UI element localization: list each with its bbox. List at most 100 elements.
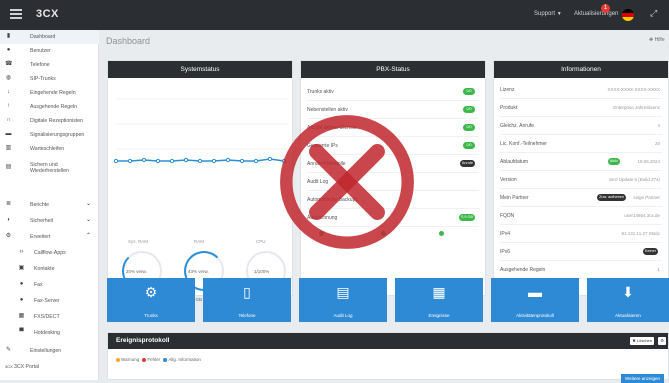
sidebar-item-label: Sicherheit	[30, 217, 54, 224]
help-button[interactable]: ✥ Hilfe	[649, 37, 665, 43]
sidebar-item-ausgehende-regeln[interactable]: ↑ Ausgehende Regeln	[0, 100, 99, 114]
legend-error: Fehler	[147, 357, 161, 362]
cpu-value: 1/100%	[254, 269, 270, 274]
sidebar-item-eingehende-regeln[interactable]: ↓ Eingehende Regeln	[0, 86, 99, 100]
language-flag-icon[interactable]	[622, 9, 634, 21]
sidebar-item-label: 3CX Portal	[14, 363, 40, 370]
sidebar-item-fax-server[interactable]: ● Fax-Server	[0, 294, 99, 308]
row-label: Version	[500, 176, 517, 183]
status-pill: Keiner	[643, 248, 658, 255]
sidebar: ▮ Dashboard ● Benutzer ☎ Telefone ◍ SIP-Trun…	[0, 30, 99, 380]
sidebar-item-3cx-portal[interactable]: 3CX 3CX Portal	[0, 360, 99, 374]
row-value: zeige Partner	[633, 195, 660, 200]
tile-telefone[interactable]: ▯ Telefone	[203, 278, 291, 322]
row-label: IPv4	[500, 230, 511, 237]
tile-trunks[interactable]: ⚙ Trunks	[107, 278, 195, 322]
delete-label: Löschen	[636, 338, 652, 343]
gear-icon: ⚙	[660, 338, 664, 343]
delete-events-button[interactable]: ✖ Löschen	[630, 337, 654, 345]
sidebar-item-berichte[interactable]: ≣ Berichte ⌄	[0, 198, 99, 212]
fax-icon: ●	[19, 281, 24, 288]
tile-label: Telefone	[238, 313, 256, 318]
sidebar-item-fxs-dect[interactable]: ▦ FXS/DECT	[0, 310, 99, 324]
unassign-button[interactable]: Zuw. aufheben	[597, 194, 626, 201]
sidebar-item-warteschleifen[interactable]: ▥ Warteschleifen	[0, 142, 99, 156]
row-label: Ausgehende Regeln	[500, 266, 546, 273]
portal-icon: 3CX	[5, 363, 13, 369]
updates-menu[interactable]: Aktualisierungen	[574, 11, 618, 17]
sidebar-item-hotdesking[interactable]: ▀ Hotdesking	[0, 326, 99, 340]
fax-server-icon: ●	[19, 297, 24, 304]
sys-ram-value: 20% verw.	[126, 269, 147, 274]
tile-audit-log[interactable]: ▤ Audit Log	[299, 278, 387, 322]
info-panel: Informationen Lizenz XXXX-XXXX-XXXX-XXXX …	[493, 60, 669, 296]
dect-icon: ▦	[18, 313, 25, 320]
row-value: 4	[657, 123, 660, 128]
support-menu[interactable]: Support ▼	[534, 11, 562, 17]
chevron-down-icon: ⌄	[85, 217, 91, 224]
row-value: XXXX-XXXX-XXXX-XXXX	[607, 87, 660, 92]
app-logo[interactable]: 3CX	[36, 8, 59, 20]
sidebar-item-fax[interactable]: ● Fax	[0, 278, 99, 292]
sidebar-item-digitale-rezeptionisten[interactable]: ∩ Digitale Rezeptionisten	[0, 114, 99, 128]
hamburger-menu-icon[interactable]	[10, 9, 22, 19]
arrow-down-icon: ↓	[7, 89, 10, 96]
row-label: Mein Partner	[500, 194, 529, 201]
events-panel: Ereignisprotokoll ✖ Löschen ⚙ Warnung Fe…	[107, 332, 669, 383]
row-label: Nebenstellen aktiv	[307, 106, 348, 113]
show-more-button[interactable]: Weitere anzeigen	[621, 374, 664, 383]
info-row: Gleichz. Anrufe 4	[500, 117, 662, 135]
row-value: 91.131.11.27 Static	[621, 231, 660, 236]
legend-warning: Warnung	[121, 357, 140, 362]
sidebar-item-label: Dashboard	[30, 33, 56, 40]
legend-info: Allg. Information	[168, 357, 201, 362]
row-label: Lic. Konf.-Teilnehmer	[500, 140, 547, 147]
sidebar-item-label: Hotdesking	[34, 329, 60, 336]
help-label: Hilfe	[654, 37, 665, 43]
stat-label-sys-ram: Sys. RAM	[128, 239, 149, 244]
wrench-icon: ✎	[5, 347, 12, 354]
shield-icon: ◗	[6, 217, 11, 224]
pbx-row: Trunks aktiv 0/0	[307, 83, 479, 101]
sidebar-item-dashboard[interactable]: ▮ Dashboard	[0, 30, 99, 44]
drive-icon: ▬	[528, 284, 542, 300]
download-icon: ⬇	[622, 284, 634, 300]
fullscreen-icon[interactable]: ⤢	[650, 8, 657, 19]
sidebar-item-label: Einstellungen	[30, 347, 62, 354]
event-legend: Warnung Fehler Allg. Information	[114, 357, 201, 362]
sidebar-item-telefone[interactable]: ☎ Telefone	[0, 58, 99, 72]
row-value: user14654.3cx.de	[624, 213, 660, 218]
sidebar-item-signalisierungsgruppen[interactable]: ▬ Signalisierungsgruppen	[0, 128, 99, 142]
error-x-icon	[280, 115, 414, 249]
sidebar-item-einstellungen[interactable]: ✎ Einstellungen	[0, 344, 99, 358]
chevron-up-icon: ⌃	[85, 233, 91, 240]
globe-icon: ◍	[5, 75, 12, 82]
row-label: Ablaufdatum	[500, 158, 529, 165]
tile-label: Aktivitätenprotokoll	[516, 313, 554, 318]
gear-icon: ⚙	[5, 233, 12, 240]
sidebar-item-sichern[interactable]: ▤ Sichern und Wiederherstellen	[0, 158, 99, 178]
sidebar-item-sip-trunks[interactable]: ◍ SIP-Trunks	[0, 72, 99, 86]
row-label: IPv6	[500, 248, 511, 255]
settings-button[interactable]: ⚙	[658, 337, 666, 345]
status-pill: 0/0	[463, 124, 475, 131]
page-title: Dashboard	[106, 36, 151, 46]
info-row: Lic. Konf.-Teilnehmer 20	[500, 135, 662, 153]
sidebar-item-erweitert[interactable]: ⚙ Erweitert ⌃	[0, 230, 99, 244]
row-value: 18.0 Update 6 (Build 374)	[608, 177, 660, 182]
sidebar-item-label: Berichte	[30, 201, 50, 208]
sidebar-item-label: Sichern und Wiederherstellen	[30, 161, 69, 174]
sidebar-item-label: FXS/DECT	[34, 313, 60, 320]
sidebar-item-sicherheit[interactable]: ◗ Sicherheit ⌄	[0, 214, 99, 228]
sidebar-item-callflow-apps[interactable]: ‹› Callflow-Apps	[0, 246, 99, 260]
sidebar-item-benutzer[interactable]: ● Benutzer	[0, 44, 99, 58]
info-row: FQDN user14654.3cx.de	[500, 207, 662, 225]
sidebar-item-label: Benutzer	[30, 47, 51, 54]
row-label: Trunks aktiv	[307, 88, 334, 95]
support-label: Support	[534, 11, 556, 17]
group-icon: ▬	[5, 131, 12, 138]
tile-aktivitaetenprotokoll[interactable]: ▬ Aktivitätenprotokoll	[491, 278, 579, 322]
sidebar-item-kontakte[interactable]: ▣ Kontakte	[0, 262, 99, 276]
tile-aktualisieren[interactable]: ⬇ Aktualisieren	[587, 278, 669, 322]
tile-ereignisse[interactable]: ▦ Ereignisse	[395, 278, 483, 322]
